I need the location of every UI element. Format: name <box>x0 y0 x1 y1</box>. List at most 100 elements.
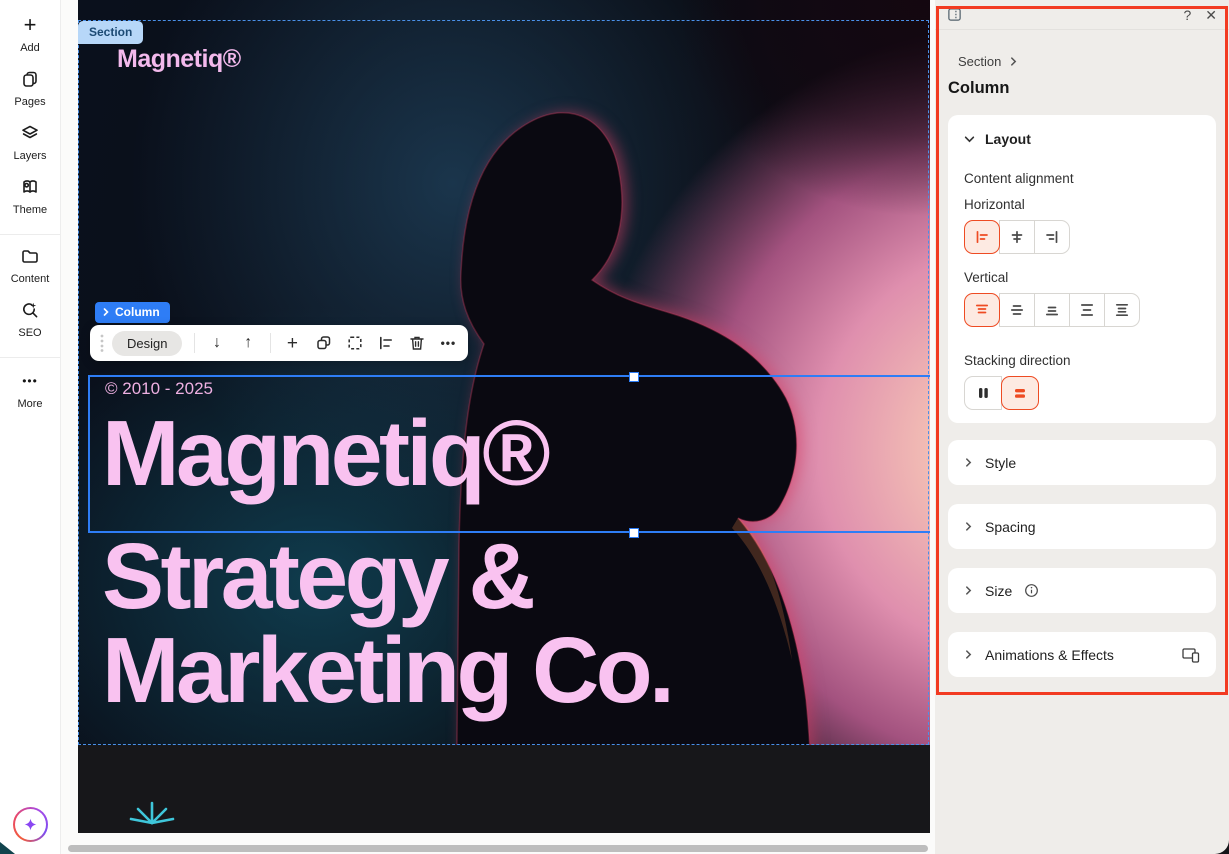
duplicate-button[interactable] <box>314 331 333 355</box>
selection-border-bottom <box>88 531 930 533</box>
ellipsis-icon: ••• <box>0 370 60 392</box>
delete-button[interactable] <box>408 331 427 355</box>
copyright-text[interactable]: © 2010 - 2025 <box>105 379 213 399</box>
sidebar-item-pages[interactable]: Pages <box>0 54 60 108</box>
align-v-top-button[interactable] <box>964 293 1000 327</box>
align-v-stretch-icon <box>1113 301 1131 319</box>
align-h-center-icon <box>1008 228 1026 246</box>
devices-icon[interactable] <box>1182 647 1200 663</box>
breadcrumb-section: Section <box>958 54 1001 69</box>
align-v-space-between-icon <box>1078 301 1096 319</box>
ellipsis-icon: ••• <box>441 337 457 349</box>
move-up-button[interactable]: ↑ <box>239 331 258 355</box>
size-section-toggle[interactable]: Size <box>948 568 1216 613</box>
layers-icon <box>0 122 60 144</box>
chevron-down-icon <box>964 134 975 145</box>
align-v-center-icon <box>1008 301 1026 319</box>
align-h-center-button[interactable] <box>999 220 1035 254</box>
dock-panel-icon[interactable] <box>947 7 962 22</box>
move-down-button[interactable]: ↓ <box>207 331 226 355</box>
toolbar-divider <box>194 333 195 353</box>
stack-columns-icon <box>974 384 992 402</box>
align-h-right-button[interactable] <box>1034 220 1070 254</box>
horizontal-scrollbar[interactable] <box>68 845 928 852</box>
site-logo[interactable]: Magnetiq® <box>117 45 241 74</box>
sidebar-item-add[interactable]: + Add <box>0 0 60 54</box>
align-v-space-between-button[interactable] <box>1069 293 1105 327</box>
sidebar-item-label: SEO <box>0 327 60 339</box>
help-button[interactable]: ? <box>1183 8 1191 22</box>
sidebar-item-more[interactable]: ••• More <box>0 362 60 410</box>
duplicate-icon <box>315 334 333 352</box>
align-h-left-button[interactable] <box>964 220 1000 254</box>
column-badge-label: Column <box>115 305 160 319</box>
arrow-down-icon: ↓ <box>213 335 221 351</box>
plus-icon: + <box>287 334 298 353</box>
resize-handle-top[interactable] <box>629 372 639 382</box>
left-sidebar: + Add Pages Layers <box>0 0 61 854</box>
layout-card: Layout Content alignment Horizontal <box>948 115 1216 423</box>
drag-handle-icon[interactable] <box>100 334 104 352</box>
info-icon[interactable] <box>1024 583 1039 598</box>
editor-canvas: Magnetiq® © 2010 - 2025 Magnetiq® Strate… <box>60 0 935 854</box>
sidebar-item-content[interactable]: Content <box>0 239 60 285</box>
align-v-bottom-button[interactable] <box>1034 293 1070 327</box>
stack-horizontal-button[interactable] <box>964 376 1002 410</box>
panel-title: Column <box>948 79 1009 98</box>
design-button[interactable]: Design <box>112 331 182 356</box>
chevron-right-icon <box>1009 57 1018 66</box>
chevron-right-icon <box>964 586 973 595</box>
close-panel-button[interactable]: ✕ <box>1205 8 1217 22</box>
stacking-direction-group <box>964 376 1039 410</box>
spacing-section-toggle[interactable]: Spacing <box>948 504 1216 549</box>
plus-icon: + <box>0 14 60 36</box>
column-badge[interactable]: Column <box>95 302 170 323</box>
animations-section-toggle[interactable]: Animations & Effects <box>948 632 1216 677</box>
marquee-icon <box>346 334 364 352</box>
starburst-icon <box>122 799 182 833</box>
chevron-right-icon <box>964 458 973 467</box>
vertical-label: Vertical <box>964 270 1200 285</box>
style-section-toggle[interactable]: Style <box>948 440 1216 485</box>
more-options-button[interactable]: ••• <box>439 331 458 355</box>
breadcrumb[interactable]: Section <box>958 54 1018 69</box>
sidebar-item-label: Theme <box>0 204 60 216</box>
sidebar-item-label: More <box>0 398 60 410</box>
folder-icon <box>0 245 60 267</box>
horizontal-alignment-group <box>964 220 1070 254</box>
ai-assistant-button[interactable] <box>13 807 48 842</box>
animations-label: Animations & Effects <box>985 647 1114 663</box>
sidebar-item-layers[interactable]: Layers <box>0 108 60 162</box>
stack-vertical-button[interactable] <box>1001 376 1039 410</box>
settings-panel: ? ✕ Section Column Layout Content alignm… <box>935 0 1229 854</box>
layout-section-toggle[interactable]: Layout <box>964 131 1200 147</box>
align-v-bottom-icon <box>1043 301 1061 319</box>
section-badge[interactable]: Section <box>78 21 143 44</box>
add-element-button[interactable]: + <box>283 331 302 355</box>
hero-heading-lines23[interactable]: Strategy & Marketing Co. <box>102 529 671 717</box>
site-page[interactable]: Magnetiq® © 2010 - 2025 Magnetiq® Strate… <box>78 0 930 833</box>
next-section[interactable] <box>78 745 930 833</box>
selection-border-left <box>88 375 90 533</box>
stacking-direction-label: Stacking direction <box>964 353 1200 368</box>
chevron-right-icon <box>964 522 973 531</box>
hero-heading-line1[interactable]: Magnetiq® <box>102 406 547 500</box>
resize-handle-bottom[interactable] <box>629 528 639 538</box>
content-alignment-label: Content alignment <box>964 171 1200 186</box>
align-h-right-icon <box>1043 228 1061 246</box>
sidebar-item-theme[interactable]: Theme <box>0 162 60 216</box>
sidebar-item-label: Content <box>0 273 60 285</box>
selection-border-top <box>88 375 930 377</box>
align-button[interactable] <box>376 331 395 355</box>
stack-rows-icon <box>1011 384 1029 402</box>
select-area-button[interactable] <box>345 331 364 355</box>
sidebar-item-seo[interactable]: SEO <box>0 285 60 339</box>
horizontal-label: Horizontal <box>964 197 1200 212</box>
hero-heading-line3: Marketing Co. <box>102 623 671 717</box>
align-v-top-icon <box>973 301 991 319</box>
align-v-stretch-button[interactable] <box>1104 293 1140 327</box>
vertical-alignment-group <box>964 293 1140 327</box>
align-v-center-button[interactable] <box>999 293 1035 327</box>
sidebar-item-label: Add <box>0 42 60 54</box>
layout-title: Layout <box>985 131 1031 147</box>
